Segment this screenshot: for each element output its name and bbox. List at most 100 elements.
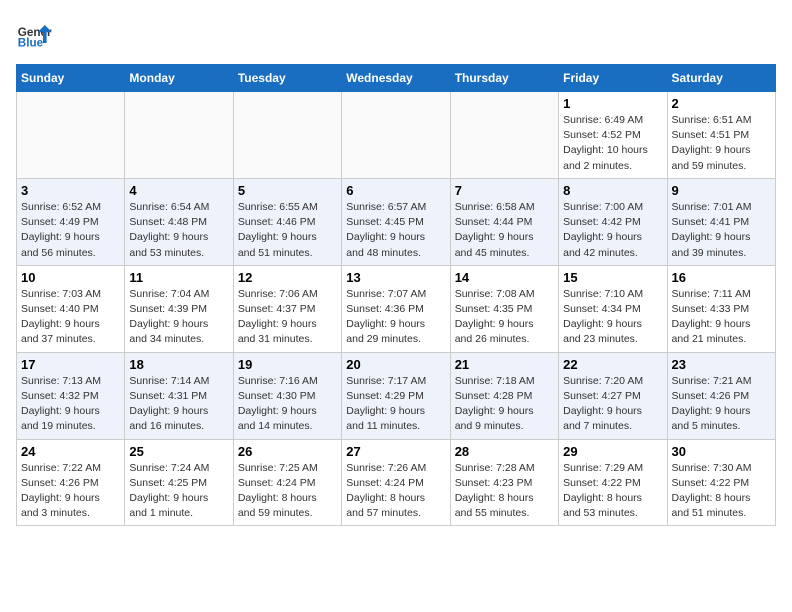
day-info: Sunrise: 7:21 AMSunset: 4:26 PMDaylight:… — [672, 374, 771, 435]
day-number: 2 — [672, 96, 771, 111]
calendar-day-cell: 11 Sunrise: 7:04 AMSunset: 4:39 PMDayligh… — [125, 265, 233, 352]
calendar-day-header: Saturday — [667, 65, 775, 92]
day-info: Sunrise: 7:24 AMSunset: 4:25 PMDaylight:… — [129, 461, 228, 522]
calendar-day-cell: 12 Sunrise: 7:06 AMSunset: 4:37 PMDayligh… — [233, 265, 341, 352]
calendar-day-cell: 8 Sunrise: 7:00 AMSunset: 4:42 PMDaylight… — [559, 178, 667, 265]
day-info: Sunrise: 6:51 AMSunset: 4:51 PMDaylight:… — [672, 113, 771, 174]
day-info: Sunrise: 7:10 AMSunset: 4:34 PMDaylight:… — [563, 287, 662, 348]
calendar-day-cell: 24 Sunrise: 7:22 AMSunset: 4:26 PMDayligh… — [17, 439, 125, 526]
calendar-day-cell: 16Sunrise: 7:11 AMSunset: 4:33 PMDayligh… — [667, 265, 775, 352]
day-number: 5 — [238, 183, 337, 198]
logo: General Blue — [16, 16, 52, 52]
day-number: 7 — [455, 183, 554, 198]
calendar-week-row: 10 Sunrise: 7:03 AMSunset: 4:40 PMDayligh… — [17, 265, 776, 352]
calendar-day-cell — [233, 92, 341, 179]
day-number: 10 — [21, 270, 120, 285]
day-info: Sunrise: 6:52 AMSunset: 4:49 PMDaylight:… — [21, 200, 120, 261]
calendar-day-cell — [450, 92, 558, 179]
calendar-day-cell: 29 Sunrise: 7:29 AMSunset: 4:22 PMDayligh… — [559, 439, 667, 526]
day-number: 12 — [238, 270, 337, 285]
day-number: 1 — [563, 96, 662, 111]
calendar-day-cell: 18 Sunrise: 7:14 AMSunset: 4:31 PMDayligh… — [125, 352, 233, 439]
calendar-day-cell: 9Sunrise: 7:01 AMSunset: 4:41 PMDaylight… — [667, 178, 775, 265]
calendar-day-cell: 27 Sunrise: 7:26 AMSunset: 4:24 PMDayligh… — [342, 439, 450, 526]
day-number: 14 — [455, 270, 554, 285]
day-info: Sunrise: 7:16 AMSunset: 4:30 PMDaylight:… — [238, 374, 337, 435]
day-number: 11 — [129, 270, 228, 285]
calendar-day-cell: 13 Sunrise: 7:07 AMSunset: 4:36 PMDayligh… — [342, 265, 450, 352]
calendar-day-header: Friday — [559, 65, 667, 92]
day-info: Sunrise: 7:06 AMSunset: 4:37 PMDaylight:… — [238, 287, 337, 348]
calendar-day-cell: 17 Sunrise: 7:13 AMSunset: 4:32 PMDayligh… — [17, 352, 125, 439]
day-info: Sunrise: 7:14 AMSunset: 4:31 PMDaylight:… — [129, 374, 228, 435]
day-number: 16 — [672, 270, 771, 285]
day-number: 24 — [21, 444, 120, 459]
day-info: Sunrise: 7:22 AMSunset: 4:26 PMDaylight:… — [21, 461, 120, 522]
day-number: 29 — [563, 444, 662, 459]
day-info: Sunrise: 7:07 AMSunset: 4:36 PMDaylight:… — [346, 287, 445, 348]
calendar-week-row: 24 Sunrise: 7:22 AMSunset: 4:26 PMDayligh… — [17, 439, 776, 526]
day-info: Sunrise: 7:28 AMSunset: 4:23 PMDaylight:… — [455, 461, 554, 522]
calendar-day-cell: 15 Sunrise: 7:10 AMSunset: 4:34 PMDayligh… — [559, 265, 667, 352]
calendar-day-cell: 23 Sunrise: 7:21 AMSunset: 4:26 PMDayligh… — [667, 352, 775, 439]
calendar-day-cell: 26Sunrise: 7:25 AMSunset: 4:24 PMDayligh… — [233, 439, 341, 526]
day-info: Sunrise: 7:18 AMSunset: 4:28 PMDaylight:… — [455, 374, 554, 435]
calendar-day-header: Sunday — [17, 65, 125, 92]
day-info: Sunrise: 6:55 AMSunset: 4:46 PMDaylight:… — [238, 200, 337, 261]
calendar-day-cell — [342, 92, 450, 179]
day-number: 18 — [129, 357, 228, 372]
calendar-day-cell — [125, 92, 233, 179]
calendar-day-cell: 21 Sunrise: 7:18 AMSunset: 4:28 PMDayligh… — [450, 352, 558, 439]
page-header: General Blue — [16, 16, 776, 52]
calendar-week-row: 17 Sunrise: 7:13 AMSunset: 4:32 PMDayligh… — [17, 352, 776, 439]
day-number: 21 — [455, 357, 554, 372]
day-number: 9 — [672, 183, 771, 198]
calendar-day-cell: 28 Sunrise: 7:28 AMSunset: 4:23 PMDayligh… — [450, 439, 558, 526]
calendar-day-cell: 7 Sunrise: 6:58 AMSunset: 4:44 PMDaylight… — [450, 178, 558, 265]
calendar-week-row: 3 Sunrise: 6:52 AMSunset: 4:49 PMDaylight… — [17, 178, 776, 265]
day-number: 30 — [672, 444, 771, 459]
day-info: Sunrise: 7:30 AMSunset: 4:22 PMDaylight:… — [672, 461, 771, 522]
day-info: Sunrise: 7:29 AMSunset: 4:22 PMDaylight:… — [563, 461, 662, 522]
day-info: Sunrise: 7:13 AMSunset: 4:32 PMDaylight:… — [21, 374, 120, 435]
day-info: Sunrise: 7:26 AMSunset: 4:24 PMDaylight:… — [346, 461, 445, 522]
day-number: 4 — [129, 183, 228, 198]
day-number: 3 — [21, 183, 120, 198]
calendar-table: SundayMondayTuesdayWednesdayThursdayFrid… — [16, 64, 776, 526]
day-number: 15 — [563, 270, 662, 285]
calendar-day-cell: 5 Sunrise: 6:55 AMSunset: 4:46 PMDaylight… — [233, 178, 341, 265]
day-number: 8 — [563, 183, 662, 198]
calendar-day-cell: 14 Sunrise: 7:08 AMSunset: 4:35 PMDayligh… — [450, 265, 558, 352]
day-info: Sunrise: 6:58 AMSunset: 4:44 PMDaylight:… — [455, 200, 554, 261]
calendar-day-cell: 2 Sunrise: 6:51 AMSunset: 4:51 PMDaylight… — [667, 92, 775, 179]
day-info: Sunrise: 7:08 AMSunset: 4:35 PMDaylight:… — [455, 287, 554, 348]
day-info: Sunrise: 6:57 AMSunset: 4:45 PMDaylight:… — [346, 200, 445, 261]
calendar-week-row: 1Sunrise: 6:49 AMSunset: 4:52 PMDaylight… — [17, 92, 776, 179]
calendar-day-cell: 3 Sunrise: 6:52 AMSunset: 4:49 PMDaylight… — [17, 178, 125, 265]
day-info: Sunrise: 7:00 AMSunset: 4:42 PMDaylight:… — [563, 200, 662, 261]
day-number: 27 — [346, 444, 445, 459]
calendar-day-header: Wednesday — [342, 65, 450, 92]
calendar-day-cell: 20 Sunrise: 7:17 AMSunset: 4:29 PMDayligh… — [342, 352, 450, 439]
day-info: Sunrise: 6:54 AMSunset: 4:48 PMDaylight:… — [129, 200, 228, 261]
calendar-day-cell: 30 Sunrise: 7:30 AMSunset: 4:22 PMDayligh… — [667, 439, 775, 526]
calendar-day-cell: 10 Sunrise: 7:03 AMSunset: 4:40 PMDayligh… — [17, 265, 125, 352]
day-number: 19 — [238, 357, 337, 372]
calendar-day-cell — [17, 92, 125, 179]
day-info: Sunrise: 7:20 AMSunset: 4:27 PMDaylight:… — [563, 374, 662, 435]
day-info: Sunrise: 7:03 AMSunset: 4:40 PMDaylight:… — [21, 287, 120, 348]
day-number: 28 — [455, 444, 554, 459]
calendar-day-header: Tuesday — [233, 65, 341, 92]
day-number: 25 — [129, 444, 228, 459]
day-number: 23 — [672, 357, 771, 372]
day-number: 22 — [563, 357, 662, 372]
calendar-day-header: Thursday — [450, 65, 558, 92]
calendar-day-cell: 25 Sunrise: 7:24 AMSunset: 4:25 PMDayligh… — [125, 439, 233, 526]
calendar-day-header: Monday — [125, 65, 233, 92]
day-number: 17 — [21, 357, 120, 372]
day-info: Sunrise: 7:04 AMSunset: 4:39 PMDaylight:… — [129, 287, 228, 348]
calendar-day-cell: 22 Sunrise: 7:20 AMSunset: 4:27 PMDayligh… — [559, 352, 667, 439]
day-info: Sunrise: 7:17 AMSunset: 4:29 PMDaylight:… — [346, 374, 445, 435]
day-number: 13 — [346, 270, 445, 285]
day-number: 20 — [346, 357, 445, 372]
